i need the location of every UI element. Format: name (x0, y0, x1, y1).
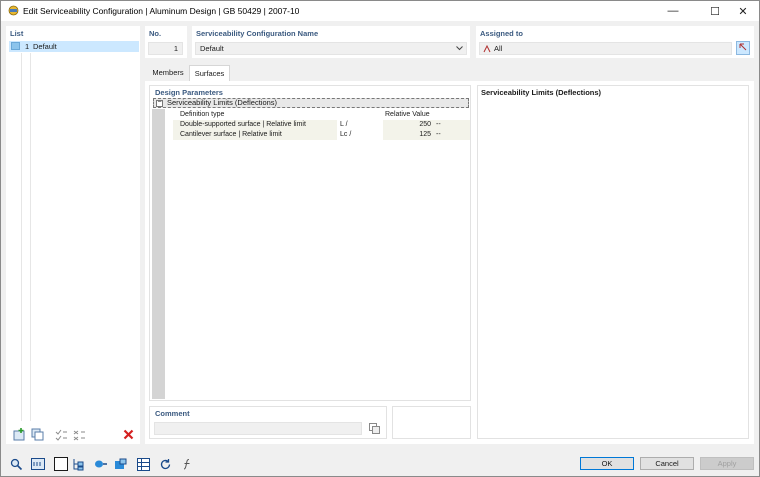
list-item[interactable]: 1 Default (9, 41, 139, 52)
display-button[interactable] (112, 456, 128, 472)
filter-icon (95, 460, 107, 468)
comment-input[interactable] (154, 422, 362, 435)
check-all-icon (55, 429, 67, 441)
assigned-field[interactable]: All (479, 42, 732, 55)
chevron-down-icon (456, 46, 463, 51)
color-button[interactable] (53, 456, 69, 472)
tree-view-button[interactable] (70, 456, 86, 472)
column-header-value: Relative Value (385, 111, 430, 118)
row-symbol: Lc / (340, 131, 352, 138)
row-value[interactable]: 125 (383, 130, 431, 140)
tree-group-header[interactable]: − Serviceability Limits (Deflections) (153, 98, 469, 108)
config-name-select[interactable]: Default (195, 42, 467, 55)
check-all-button[interactable] (53, 426, 69, 442)
assigned-label: Assigned to (480, 29, 523, 38)
info-panel-title: Serviceability Limits (Deflections) (481, 88, 602, 97)
close-button[interactable]: ✕ (726, 1, 760, 21)
delete-icon (123, 429, 133, 439)
list-item-number: 1 (25, 42, 30, 51)
row-name: Cantilever surface | Relative limit (180, 131, 282, 138)
display-icon (114, 458, 126, 469)
number-field[interactable]: 1 (148, 42, 183, 55)
new-item-icon (13, 427, 24, 440)
reset-button[interactable] (157, 456, 173, 472)
config-name-label: Serviceability Configuration Name (196, 29, 319, 38)
reset-icon (160, 458, 170, 469)
tree-group-title: Serviceability Limits (Deflections) (167, 98, 278, 107)
table-button[interactable] (135, 456, 151, 472)
cancel-button[interactable]: Cancel (640, 457, 694, 470)
assign-pick-button[interactable] (736, 41, 750, 55)
row-symbol: L / (340, 121, 348, 128)
list-panel (6, 26, 140, 444)
tab-surfaces[interactable]: Surfaces (189, 65, 230, 81)
app-icon (8, 5, 19, 16)
formula-icon (183, 458, 189, 469)
search-icon (10, 458, 22, 470)
assign-all-icon (483, 45, 491, 53)
list-guide (21, 53, 22, 421)
minimize-button[interactable]: — (656, 1, 690, 21)
collapse-icon[interactable]: − (156, 99, 163, 107)
units-button[interactable] (30, 456, 46, 472)
filter-button[interactable] (93, 456, 109, 472)
column-header-definition: Definition type (180, 111, 225, 118)
units-icon (31, 458, 45, 470)
copy-comment-button[interactable] (366, 421, 382, 436)
comment-label: Comment (155, 409, 190, 418)
dialog-window: Edit Serviceability Configuration | Alum… (0, 0, 760, 477)
uncheck-all-icon (73, 430, 85, 440)
row-unit: -- (436, 121, 441, 128)
apply-button[interactable]: Apply (700, 457, 754, 470)
copy-comment-icon (368, 423, 380, 434)
title-bar: Edit Serviceability Configuration | Alum… (1, 1, 759, 21)
list-item-name: Default (33, 42, 57, 51)
number-label: No. (149, 29, 162, 38)
tree-view-icon (73, 458, 83, 470)
row-value[interactable]: 250 (383, 120, 431, 130)
list-label: List (10, 29, 24, 38)
copy-item-icon (31, 428, 43, 440)
tree-indent-gutter (152, 109, 165, 399)
row-name: Double-supported surface | Relative limi… (180, 121, 306, 128)
config-name-value: Default (200, 44, 224, 53)
blank-panel (392, 406, 471, 439)
assigned-value: All (494, 44, 503, 53)
formula-button[interactable] (179, 456, 195, 472)
row-unit: -- (436, 131, 441, 138)
uncheck-all-button[interactable] (71, 426, 87, 442)
list-item-color-icon (11, 42, 20, 50)
new-item-button[interactable] (11, 426, 27, 442)
copy-item-button[interactable] (29, 426, 45, 442)
table-icon (136, 457, 150, 471)
tab-members[interactable]: Members (148, 65, 188, 81)
info-panel (477, 85, 749, 439)
delete-button[interactable] (120, 426, 136, 442)
window-title: Edit Serviceability Configuration | Alum… (23, 6, 300, 16)
design-params-label: Design Parameters (155, 88, 223, 97)
ok-button[interactable]: OK (580, 457, 634, 470)
list-guide (30, 53, 31, 421)
search-button[interactable] (8, 456, 24, 472)
color-icon (54, 457, 68, 471)
assign-pick-icon (739, 43, 747, 51)
